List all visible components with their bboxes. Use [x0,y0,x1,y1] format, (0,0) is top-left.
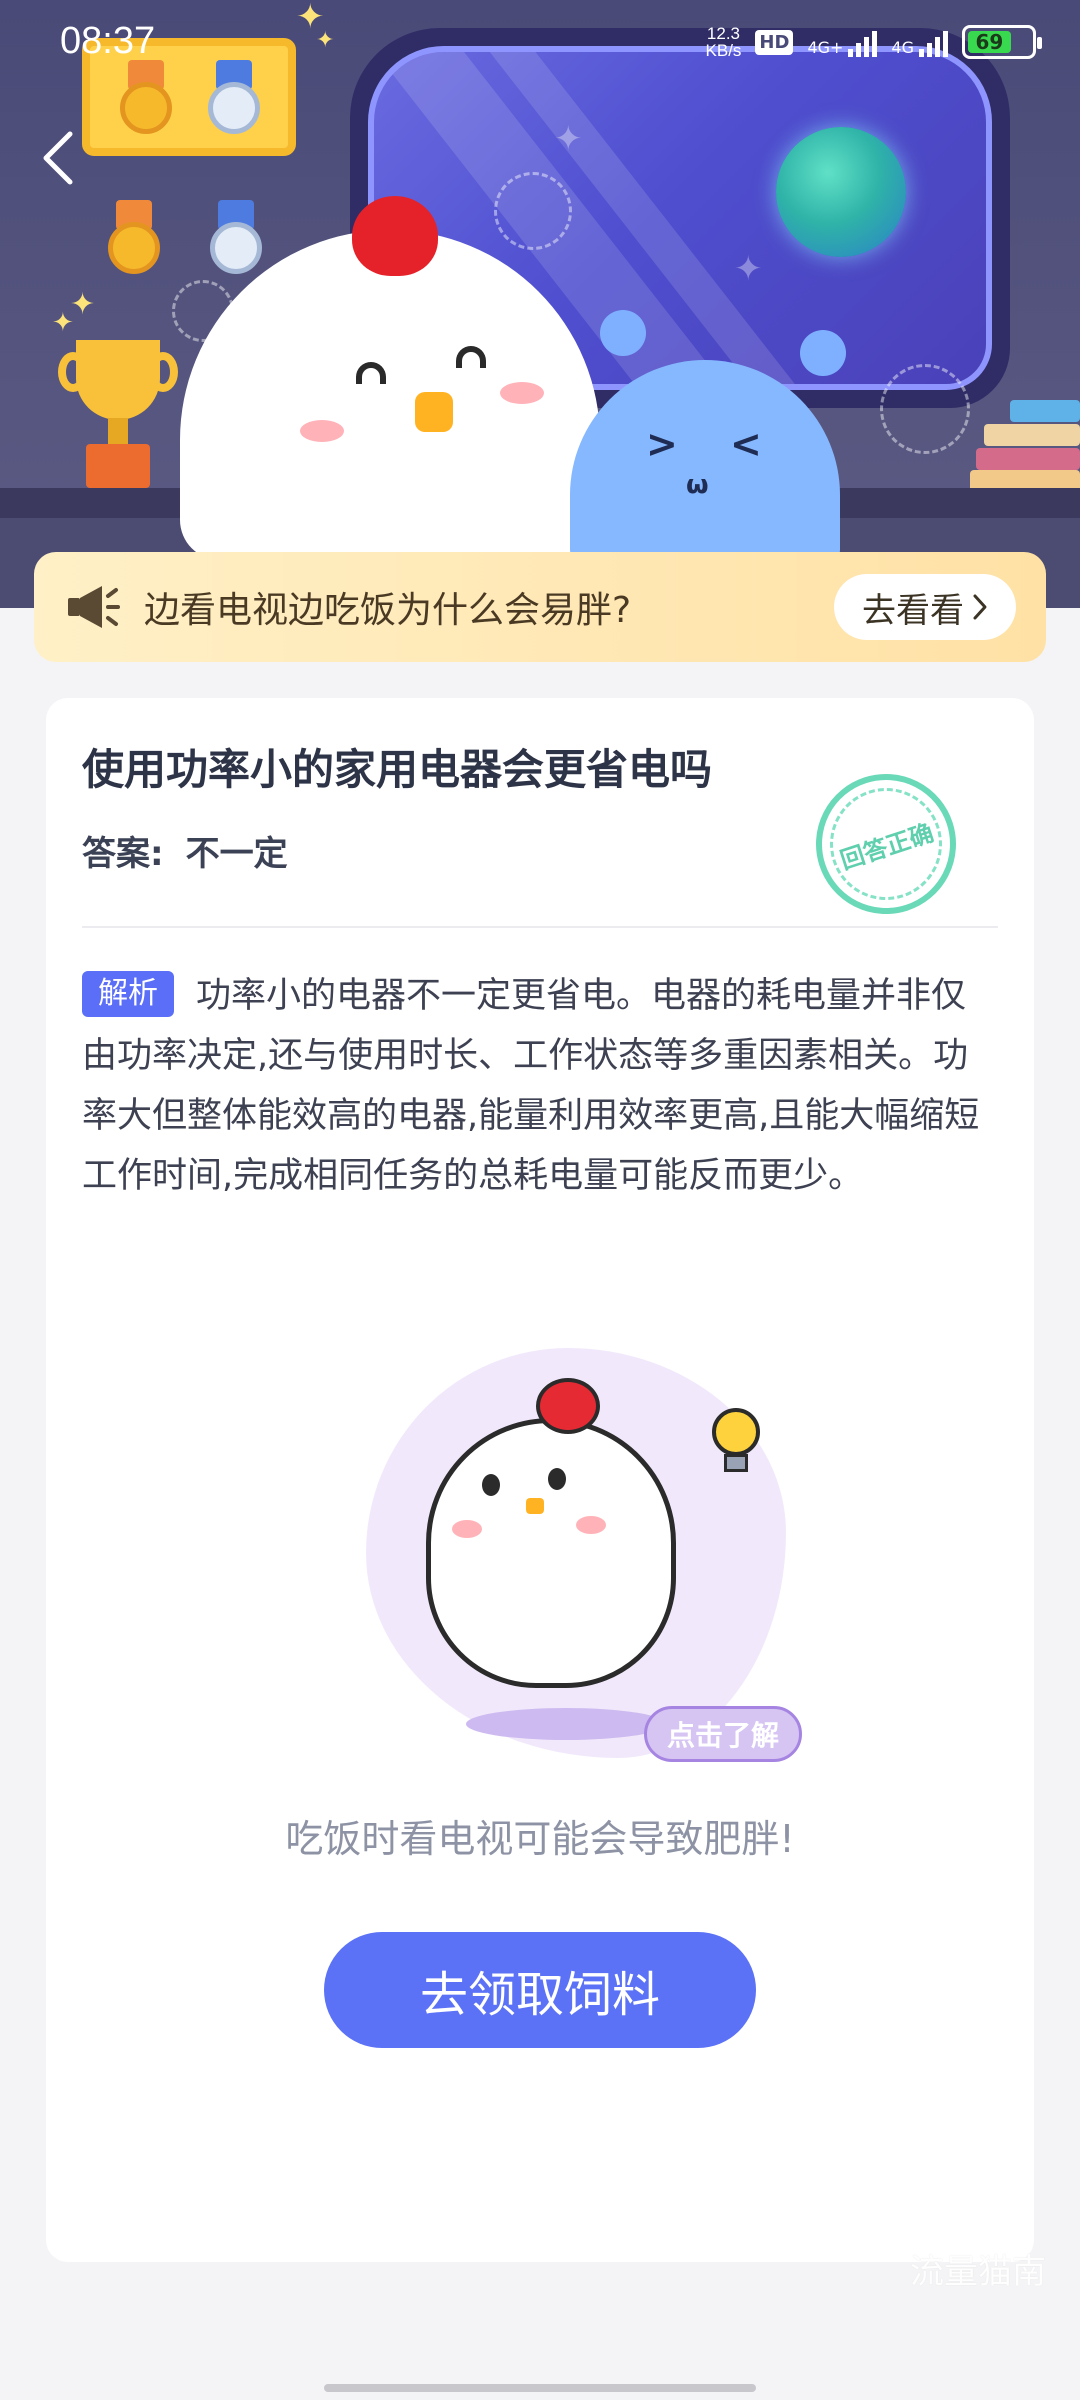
megaphone-icon [68,586,120,628]
chevron-right-icon [973,594,987,620]
answer-row: 答案: 不一定 [82,826,288,875]
status-icons: 12.3 KB/s HD 4G+ 4G 69 [705,22,1042,62]
silver-medal-icon [210,200,262,274]
thinking-chick-illustration[interactable]: 点击了解 [326,1348,806,1768]
back-arrow-icon[interactable] [38,128,78,188]
books-illustration [970,400,1080,492]
signal-icon-2: 4G [891,27,948,57]
lightbulb-icon [706,1408,766,1488]
header-banner: ✦ ✦ ✦ ✦ ✦ ✦ ✦ [0,0,1080,608]
battery-level: 69 [968,30,1011,54]
notice-text: 边看电视边吃饭为什么会易胖? [144,590,632,631]
gold-medal-icon [108,200,160,274]
analysis-tag: 解析 [82,971,174,1017]
divider [82,926,998,928]
question-title: 使用功率小的家用电器会更省电吗 [82,745,713,794]
notice-banner[interactable]: 边看电视边吃饭为什么会易胖? 去看看 [34,552,1046,662]
planet-illustration [776,127,906,257]
learn-more-badge[interactable]: 点击了解 [644,1706,803,1762]
watermark: 流量猫南 [910,2252,1046,2292]
status-time: 08:37 [60,20,156,62]
claim-feed-button[interactable]: 去领取饲料 [324,1932,756,2048]
signal-icon: 4G+ [807,27,878,57]
analysis-section: 解析 功率小的电器不一定更省电。电器的耗电量并非仅由功率决定,还与使用时长、工作状… [82,966,998,1206]
trophy-icon [58,340,178,490]
analysis-text: 功率小的电器不一定更省电。电器的耗电量并非仅由功率决定,还与使用时长、工作状态等… [82,976,980,1196]
answer-label: 答案: [82,834,164,874]
go-see-button[interactable]: 去看看 [834,574,1016,640]
battery-icon: 69 [962,25,1042,59]
hd-icon: HD [755,29,794,55]
tip-text: 吃饭时看电视可能会导致肥胖! [285,1817,795,1861]
answer-value: 不一定 [185,834,288,874]
page: ✦ ✦ ✦ ✦ ✦ ✦ ✦ [0,0,1080,2400]
correct-stamp: 回答正确 [797,755,975,933]
network-speed: 12.3 KB/s [705,24,742,60]
answer-card: 使用功率小的家用电器会更省电吗 答案: 不一定 回答正确 解析 功率小的电器不一定更… [46,698,1034,2262]
home-indicator[interactable] [324,2384,756,2392]
